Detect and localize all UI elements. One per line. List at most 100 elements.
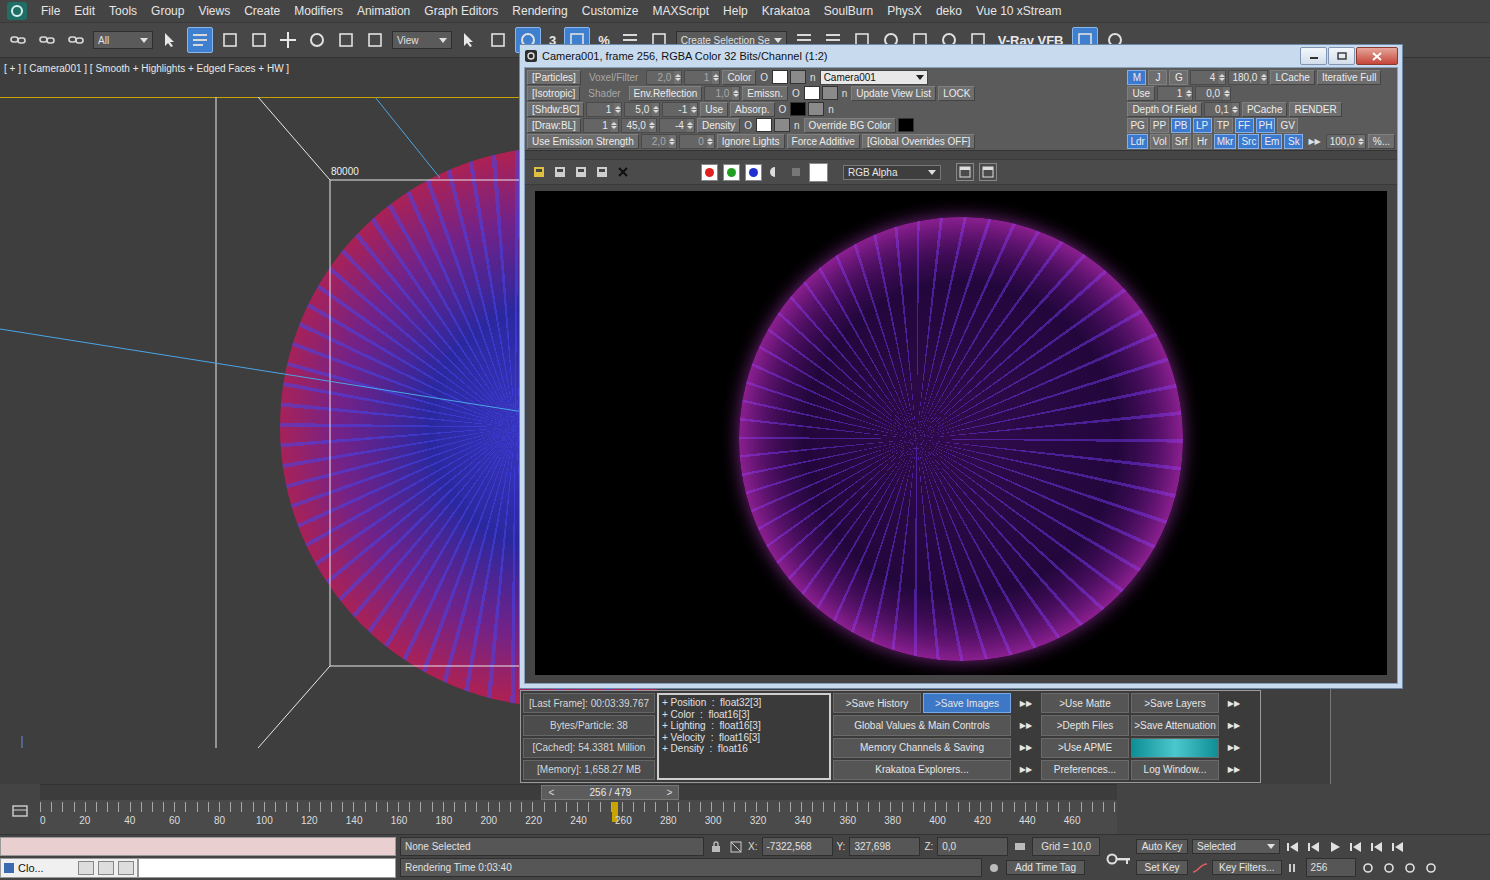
rollout-arrow-button[interactable]: ▶▶	[1013, 693, 1039, 713]
rollout-button[interactable]: >Save Attenuation	[1131, 715, 1219, 735]
rollout-arrow-button[interactable]: ▶▶	[1013, 738, 1039, 758]
rollout-arrow-button[interactable]: ▶▶	[1013, 760, 1039, 780]
time-slider-thumb[interactable]: <256 / 479>	[541, 785, 679, 800]
link-icon[interactable]	[6, 28, 30, 52]
toggle-button[interactable]: FF	[1235, 118, 1254, 133]
control-button[interactable]: Depth Of Field	[1127, 102, 1201, 117]
spinner-arrows-icon[interactable]	[712, 71, 719, 84]
scale-icon[interactable]	[334, 28, 358, 52]
camera-dropdown[interactable]: Camera001	[820, 70, 928, 85]
clear-icon[interactable]	[615, 164, 631, 180]
spinner-arrows-icon[interactable]	[1232, 103, 1239, 116]
channel-toggle[interactable]	[745, 164, 762, 181]
listener-input[interactable]	[138, 858, 396, 878]
control-button[interactable]: Absorp.	[730, 102, 774, 117]
key-mode-dropdown[interactable]: Selected	[1192, 839, 1280, 854]
toggle-button[interactable]: PH	[1256, 118, 1276, 133]
playback-control-icon[interactable]	[1284, 841, 1301, 853]
manipulate-icon[interactable]	[457, 28, 481, 52]
rotate-icon[interactable]	[305, 28, 329, 52]
spinner[interactable]: 100,0	[1326, 134, 1366, 149]
menu-item[interactable]: Group	[144, 0, 191, 22]
menu-item[interactable]: Animation	[350, 0, 417, 22]
rollout-button[interactable]: Krakatoa Explorers...	[833, 760, 1011, 780]
toggle-button[interactable]: Hr	[1193, 134, 1212, 149]
default-tangent-icon[interactable]	[1192, 862, 1208, 874]
rollout-button[interactable]: >Save Layers	[1131, 693, 1219, 713]
frame-buffer-tool-icon[interactable]	[594, 164, 610, 180]
display-channel-dropdown[interactable]: RGB Alpha	[843, 165, 941, 180]
control-button[interactable]: %...	[1368, 134, 1395, 149]
channel-toggle[interactable]	[723, 164, 740, 181]
channel-toggle[interactable]	[701, 164, 718, 181]
spinner-arrows-icon[interactable]	[614, 103, 621, 116]
current-frame-field[interactable]: 256	[1306, 858, 1356, 877]
spinner-arrows-icon[interactable]	[687, 119, 694, 132]
menu-item[interactable]: Customize	[575, 0, 646, 22]
control-button[interactable]: [Particles]	[527, 70, 581, 85]
control-button[interactable]: Color	[722, 70, 756, 85]
y-coordinate[interactable]: 327,698	[849, 837, 920, 856]
x-coordinate[interactable]: -7322,568	[762, 837, 833, 856]
spinner[interactable]: 1	[684, 70, 720, 85]
control-button[interactable]: LCache	[1270, 70, 1314, 85]
unlink-icon[interactable]	[35, 28, 59, 52]
playback-control-icon[interactable]	[1368, 841, 1385, 853]
control-button[interactable]: Iterative Full	[1317, 70, 1381, 85]
window-crossing-icon[interactable]	[247, 28, 271, 52]
spinner[interactable]: 0,0	[1195, 86, 1231, 101]
rollout-button[interactable]: >Save Images	[923, 693, 1011, 713]
pivot-icon[interactable]	[363, 28, 387, 52]
color-swatch[interactable]	[822, 86, 838, 100]
control-button[interactable]: [Shdw:BC]	[527, 102, 584, 117]
adaptive-degradation-icon[interactable]	[1012, 841, 1028, 853]
toggle-button[interactable]: PB	[1171, 118, 1190, 133]
toggle-button[interactable]: J	[1148, 70, 1167, 85]
rollout-button[interactable]: Log Window...	[1131, 760, 1219, 780]
menu-item[interactable]: Krakatoa	[755, 0, 817, 22]
timeline-ruler[interactable]: 0204060801001201401601802002202402602803…	[40, 800, 1117, 834]
rollout-arrow-button[interactable]: ▶▶	[1221, 738, 1247, 758]
spinner[interactable]: 4	[1190, 70, 1226, 85]
spinner-arrows-icon[interactable]	[1218, 71, 1225, 84]
color-swatch[interactable]	[804, 86, 820, 100]
frame-buffer-tool-icon[interactable]	[531, 164, 547, 180]
frame-buffer-tool-icon[interactable]	[573, 164, 589, 180]
toggle-button[interactable]: Src	[1238, 134, 1259, 149]
menu-item[interactable]: SoulBurn	[817, 0, 880, 22]
z-coordinate[interactable]: 0,0	[937, 837, 1008, 856]
toggle-button[interactable]: PP	[1150, 118, 1169, 133]
playback-control-icon[interactable]	[1326, 841, 1343, 853]
spinner[interactable]: 1	[1157, 86, 1193, 101]
rollout-arrow-button[interactable]: ▶▶	[1221, 760, 1247, 780]
spinner[interactable]: 2,0	[641, 134, 677, 149]
toggle-button[interactable]: Vol	[1150, 134, 1170, 149]
spinner[interactable]: 1	[583, 118, 619, 133]
set-key-icon[interactable]	[1104, 837, 1134, 880]
spinner-arrows-icon[interactable]	[649, 119, 656, 132]
key-filters-button[interactable]: Key Filters...	[1212, 860, 1282, 875]
control-button[interactable]: Env.Reflection	[629, 86, 703, 101]
clear-color-swatch[interactable]	[809, 163, 828, 182]
toggle-button[interactable]: Ldr	[1127, 134, 1147, 149]
rollout-button[interactable]: Preferences...	[1041, 760, 1129, 780]
restore-icon[interactable]	[78, 861, 94, 875]
control-button[interactable]: [Global Overrides OFF]	[862, 134, 975, 149]
expand-button[interactable]: ▶▶	[1305, 137, 1323, 146]
maximize-icon[interactable]	[98, 861, 114, 875]
viewport-label[interactable]: [ + ] [ Camera001 ] [ Smooth + Highlight…	[4, 63, 289, 74]
track-bar-config-icon[interactable]	[0, 800, 40, 834]
control-button[interactable]: [Isotropic]	[527, 86, 580, 101]
spinner-arrows-icon[interactable]	[732, 87, 739, 100]
app-logo-icon[interactable]	[0, 0, 34, 22]
menu-item[interactable]: MAXScript	[645, 0, 716, 22]
previous-frame-button[interactable]: <	[542, 787, 560, 798]
toggle-button[interactable]: TP	[1214, 118, 1233, 133]
playback-control-icon[interactable]	[1389, 841, 1406, 853]
spinner[interactable]: 1	[586, 102, 622, 117]
alpha-channel-icon[interactable]	[767, 164, 783, 180]
toggle-button[interactable]: Sk	[1284, 134, 1303, 149]
color-swatch[interactable]	[774, 118, 790, 132]
auto-key-button[interactable]: Auto Key	[1136, 839, 1188, 854]
minimized-window-tab[interactable]: Clo...	[0, 858, 138, 878]
